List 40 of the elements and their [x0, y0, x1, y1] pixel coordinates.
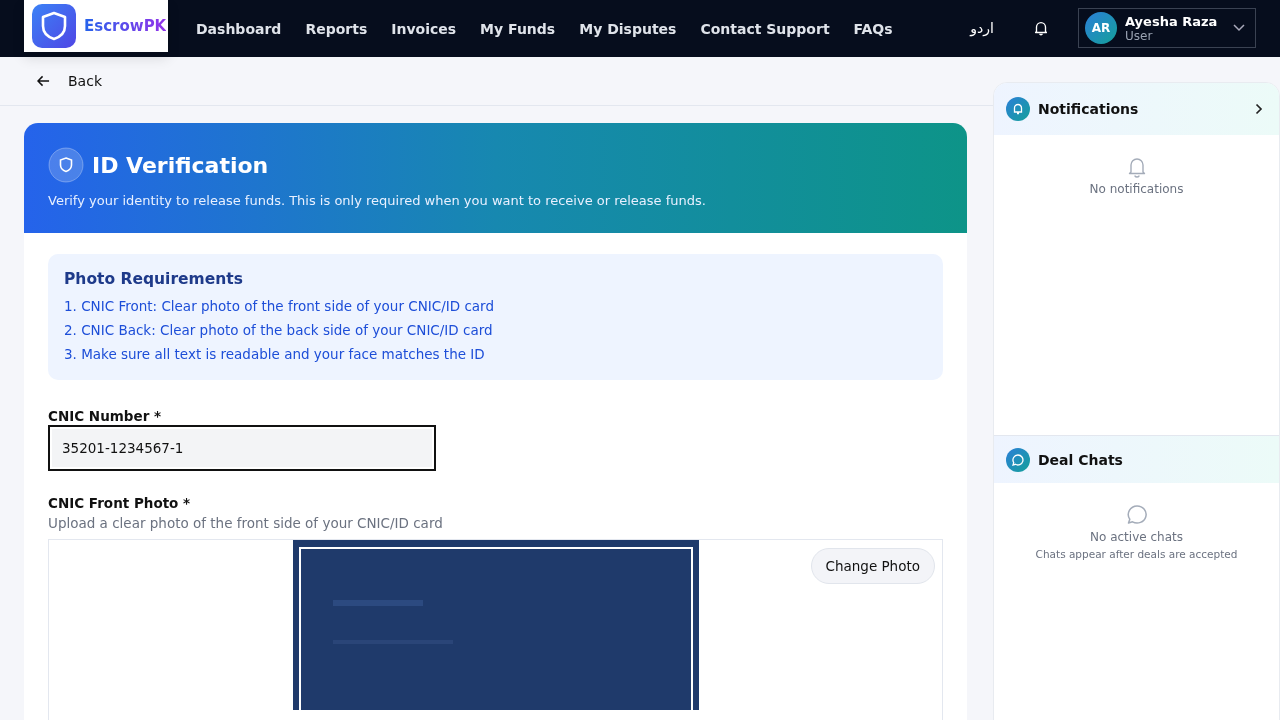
card-subtitle: Verify your identity to release funds. This is only required when you want to receive or release funds. — [48, 193, 707, 208]
nav-link[interactable]: Invoices — [391, 20, 457, 37]
nav-link[interactable]: My Disputes — [579, 20, 677, 37]
nav-link[interactable]: Dashboard — [196, 20, 282, 37]
panel-title: Notifications — [1038, 101, 1140, 117]
shield-icon — [48, 147, 84, 183]
field-hint: Upload a clear photo of the front side of your CNIC/ID card — [48, 515, 444, 531]
panel-header[interactable]: Notifications — [994, 83, 1279, 135]
user-role: User — [1125, 28, 1153, 43]
user-menu[interactable]: AR Ayesha Raza User — [1078, 8, 1256, 48]
field-label: CNIC Number * — [48, 408, 163, 424]
requirement-item: 3. Make sure all text is readable and your face matches the ID — [64, 345, 486, 364]
bell-icon[interactable] — [1032, 19, 1050, 37]
requirements-title: Photo Requirements — [64, 270, 244, 288]
logo-card[interactable]: EscrowPK — [24, 0, 168, 52]
back-link[interactable]: Back — [37, 73, 102, 89]
cnic-input[interactable]: 35201-1234567-1 — [48, 425, 436, 471]
nav-link[interactable]: Contact Support — [700, 20, 830, 37]
nav-link[interactable]: Reports — [305, 20, 368, 37]
language-link[interactable]: اردو — [970, 0, 994, 57]
chevron-down-icon — [1233, 24, 1245, 32]
requirement-item: 2. CNIC Back: Clear photo of the back side of your CNIC/ID card — [64, 321, 494, 340]
empty-hint: Chats appear after deals are accepted — [1035, 548, 1238, 560]
bell-icon — [1006, 97, 1030, 121]
nav-link[interactable]: FAQs — [853, 20, 893, 37]
nav-link[interactable]: My Funds — [480, 20, 556, 37]
empty-message: No notifications — [1089, 182, 1184, 196]
field-label: CNIC Front Photo * — [48, 495, 192, 511]
avatar: AR — [1085, 12, 1117, 44]
panel-title: Deal Chats — [1038, 451, 1124, 468]
chevron-right-icon[interactable] — [1255, 103, 1263, 115]
arrow-left-icon — [37, 75, 50, 87]
empty-message: No active chats — [1090, 530, 1183, 544]
card-title: ID Verification — [92, 152, 269, 178]
user-name: Ayesha Raza — [1125, 13, 1219, 29]
shield-logo-icon — [32, 4, 76, 48]
chat-bubble-icon — [1006, 447, 1030, 472]
requirement-item: 1. CNIC Front: Clear photo of the front side of your CNIC/ID card — [64, 297, 495, 316]
chat-bubble-icon — [1124, 503, 1149, 527]
change-photo-button[interactable]: Change Photo — [810, 548, 935, 584]
